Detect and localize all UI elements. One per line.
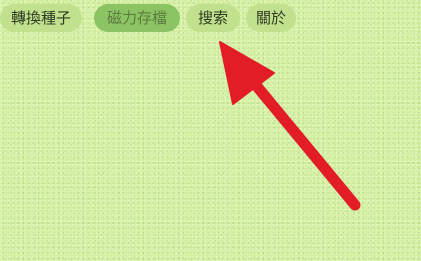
tab-about[interactable]: 關於	[246, 4, 296, 32]
tab-bar: 轉換種子 磁力存檔 搜索 關於	[0, 4, 300, 32]
tab-search[interactable]: 搜索	[186, 4, 240, 32]
tab-convert-torrent[interactable]: 轉換種子	[0, 4, 82, 32]
red-arrow-annotation-icon	[219, 41, 361, 211]
tab-magnet-archive[interactable]: 磁力存檔	[94, 4, 180, 32]
